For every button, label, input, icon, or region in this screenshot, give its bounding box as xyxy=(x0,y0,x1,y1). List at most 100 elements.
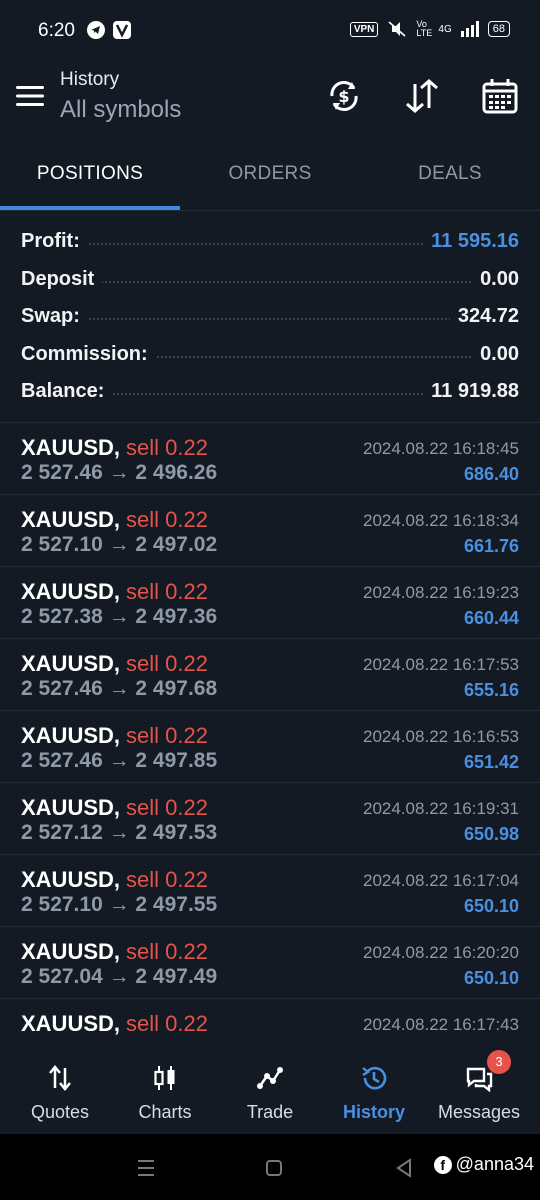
deal-prices: 2 527.46 → 2 497.68 xyxy=(21,677,218,700)
currency-convert-icon[interactable]: $ xyxy=(324,76,364,116)
deal-profit: 650.98 xyxy=(463,824,519,844)
menu-icon[interactable] xyxy=(16,84,46,108)
deal-prices: 2 527.38 → 2 497.36 xyxy=(21,605,218,628)
network-type: 4G xyxy=(438,23,452,35)
tab-bar: POSITIONS ORDERS DEALS xyxy=(0,150,540,211)
deal-profit: 650.10 xyxy=(463,896,519,916)
deal-profit: 655.16 xyxy=(463,680,519,700)
recents-icon[interactable] xyxy=(134,1156,158,1180)
leader-dots xyxy=(21,318,519,320)
list-item[interactable]: XAUUSD, sell 0.22 2 527.10 → 2 497.02 20… xyxy=(0,495,540,567)
nav-charts[interactable]: Charts xyxy=(111,1040,219,1134)
deal-symbol: XAUUSD, xyxy=(21,507,121,532)
list-item[interactable]: XAUUSD, sell 0.22 2 527.38 → 2 497.36 20… xyxy=(0,567,540,639)
arrows-updown-icon xyxy=(49,1065,71,1091)
list-item[interactable]: XAUUSD, sell 0.22 2 527.46 → 2 497.85 20… xyxy=(0,711,540,783)
list-item[interactable]: XAUUSD, sell 0.22 2024.08.22 16:17:43 xyxy=(0,999,540,1041)
deal-side: sell 0.22 xyxy=(126,579,208,604)
deal-symbol: XAUUSD, xyxy=(21,723,121,748)
calendar-icon[interactable] xyxy=(480,76,520,116)
summary-label: Profit: xyxy=(21,230,88,253)
summary-row-balance: Balance: 11 919.88 xyxy=(0,372,540,410)
deal-time: 2024.08.22 16:17:53 xyxy=(363,655,519,674)
facebook-icon: f xyxy=(433,1155,452,1174)
status-bar: 6:20 VPN Vo LTE 4G 68 xyxy=(0,0,540,62)
nav-messages[interactable]: 3 Messages xyxy=(425,1040,533,1134)
watermark-handle: @anna34 xyxy=(455,1154,534,1174)
summary-row-deposit: Deposit 0.00 xyxy=(0,260,540,298)
deal-time: 2024.08.22 16:18:45 xyxy=(363,439,519,458)
watermark: f @anna34 xyxy=(433,1154,534,1175)
tab-deals[interactable]: DEALS xyxy=(360,150,540,208)
status-right: VPN Vo LTE 4G 68 xyxy=(349,19,510,38)
bottom-nav: Quotes Charts Trade History 3 Messages xyxy=(0,1040,540,1134)
summary-value: 11 919.88 xyxy=(423,380,519,403)
deal-symbol: XAUUSD, xyxy=(21,1011,121,1036)
deal-profit: 651.42 xyxy=(463,752,519,772)
sort-icon[interactable] xyxy=(402,76,442,116)
trend-line-icon xyxy=(257,1067,283,1089)
battery-icon: 68 xyxy=(487,21,510,37)
deal-symbol: XAUUSD, xyxy=(21,867,121,892)
nav-label: Messages xyxy=(437,1102,521,1122)
deal-time: 2024.08.22 16:18:34 xyxy=(363,511,519,530)
summary-label: Deposit xyxy=(21,267,103,291)
home-icon[interactable] xyxy=(262,1156,286,1180)
deal-time: 2024.08.22 16:19:31 xyxy=(363,799,519,818)
signal-icon xyxy=(460,21,479,37)
screen: 6:20 VPN Vo LTE 4G 68 History All symbol… xyxy=(0,0,540,1200)
deal-prices: 2 527.10 → 2 497.02 xyxy=(21,533,218,556)
list-item[interactable]: XAUUSD, sell 0.22 2 527.12 → 2 497.53 20… xyxy=(0,783,540,855)
v-app-icon xyxy=(113,21,131,39)
volte-icon: Vo LTE xyxy=(416,19,433,38)
nav-history[interactable]: History xyxy=(320,1040,428,1134)
nav-trade[interactable]: Trade xyxy=(216,1040,324,1134)
svg-text:$: $ xyxy=(338,87,349,106)
list-item[interactable]: XAUUSD, sell 0.22 2 527.46 → 2 496.26 20… xyxy=(0,423,540,495)
nav-label: Quotes xyxy=(30,1102,90,1122)
list-item[interactable]: XAUUSD, sell 0.22 2 527.04 → 2 497.49 20… xyxy=(0,927,540,999)
history-clock-icon xyxy=(362,1066,387,1090)
deal-time: 2024.08.22 16:16:53 xyxy=(363,727,519,746)
deal-time: 2024.08.22 16:20:20 xyxy=(363,943,519,962)
vpn-icon: VPN xyxy=(349,21,379,37)
summary-row-swap: Swap: 324.72 xyxy=(0,297,540,335)
nav-label: Charts xyxy=(138,1102,192,1122)
summary-label: Swap: xyxy=(21,305,88,328)
nav-label: History xyxy=(342,1102,405,1122)
candlestick-icon xyxy=(154,1066,175,1090)
list-item[interactable]: XAUUSD, sell 0.22 2 527.46 → 2 497.68 20… xyxy=(0,639,540,711)
active-tab-indicator xyxy=(0,206,180,210)
symbol-filter[interactable]: All symbols xyxy=(60,96,181,124)
summary-row-profit: Profit: 11 595.16 xyxy=(0,222,540,260)
deal-time: 2024.08.22 16:17:43 xyxy=(363,1015,519,1034)
tab-orders[interactable]: ORDERS xyxy=(180,150,360,208)
deal-time: 2024.08.22 16:17:04 xyxy=(363,871,519,890)
summary-value: 324.72 xyxy=(449,305,519,328)
deal-symbol: XAUUSD, xyxy=(21,795,121,820)
deal-side: sell 0.22 xyxy=(126,939,208,964)
deal-side: sell 0.22 xyxy=(126,435,208,460)
app-bar: History All symbols $ xyxy=(0,62,540,150)
deal-side: sell 0.22 xyxy=(126,867,208,892)
summary-value: 0.00 xyxy=(472,267,519,291)
telegram-icon xyxy=(87,21,105,39)
nav-quotes[interactable]: Quotes xyxy=(6,1040,114,1134)
deal-symbol: XAUUSD, xyxy=(21,651,121,676)
system-nav-bar: f @anna34 xyxy=(0,1134,540,1200)
deals-list[interactable]: XAUUSD, sell 0.22 2 527.46 → 2 496.26 20… xyxy=(0,422,540,1041)
deal-prices: 2 527.46 → 2 497.85 xyxy=(21,749,218,772)
deal-profit: 660.44 xyxy=(463,608,519,628)
tab-positions[interactable]: POSITIONS xyxy=(0,150,180,208)
deal-time: 2024.08.22 16:19:23 xyxy=(363,583,519,602)
summary-panel: Profit: 11 595.16 Deposit 0.00 Swap: 324… xyxy=(0,222,540,410)
deal-prices: 2 527.12 → 2 497.53 xyxy=(21,821,218,844)
list-item[interactable]: XAUUSD, sell 0.22 2 527.10 → 2 497.55 20… xyxy=(0,855,540,927)
summary-label: Balance: xyxy=(21,380,113,403)
page-title: History xyxy=(60,69,120,90)
back-icon[interactable] xyxy=(392,1156,416,1180)
summary-label: Commission: xyxy=(21,342,156,366)
deal-side: sell 0.22 xyxy=(126,651,208,676)
messages-badge: 3 xyxy=(487,1050,511,1074)
summary-value: 0.00 xyxy=(472,342,519,366)
